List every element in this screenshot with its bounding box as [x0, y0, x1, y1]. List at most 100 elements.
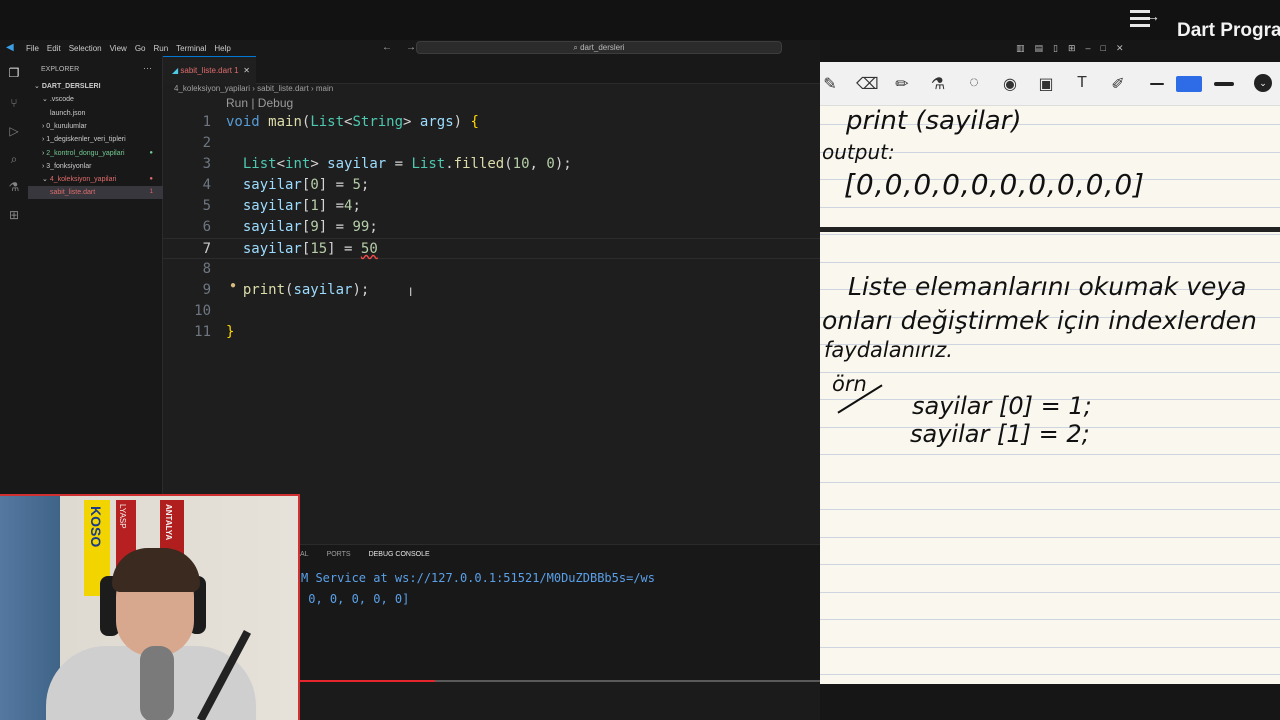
code-token: main	[268, 114, 302, 130]
tree-item[interactable]: sabit_liste.dart 1	[28, 186, 163, 200]
code-line[interactable]: 5 sayilar[1] =4;	[163, 196, 820, 217]
code-token: List	[242, 156, 277, 172]
thick-pen-icon[interactable]	[1214, 82, 1234, 86]
panel-tab[interactable]: DEBUG CONSOLE	[369, 551, 430, 558]
thin-pen-icon[interactable]	[1150, 83, 1164, 85]
code-token: <	[276, 156, 286, 172]
run-debug-icon[interactable]: ▷	[6, 124, 22, 138]
tree-item-label: 0_kurulumlar	[46, 122, 87, 130]
handwriting-line: sayilar [0] = 1;	[912, 392, 1092, 420]
code-token: >	[310, 156, 328, 172]
codelens-run-debug[interactable]: Run | Debug	[226, 96, 293, 110]
line-number: 9	[202, 282, 211, 298]
code-token: print	[242, 282, 286, 298]
close-window-icon[interactable]: ✕	[1116, 43, 1124, 54]
code-token: ] =	[318, 177, 353, 193]
panel-tab[interactable]: PORTS	[327, 551, 351, 558]
paper-rule	[820, 206, 1280, 208]
files-icon[interactable]: ❐	[6, 66, 22, 80]
menu-item-terminal[interactable]: Terminal	[176, 44, 206, 53]
customize-layout-icon[interactable]: ⊞	[1068, 43, 1076, 54]
command-center-search[interactable]: ⌕ dart_dersleri	[416, 41, 782, 54]
panel-tab[interactable]: AL	[300, 551, 309, 558]
notes-toolbar: ✎ ⌫ ✏ ⚗ ◌ ◉ ▣ T ✐ ⌄	[820, 62, 1280, 106]
split-icon[interactable]: ▯	[1053, 43, 1058, 54]
menu-item-run[interactable]: Run	[153, 44, 168, 53]
chevron-down-icon[interactable]: ⌄	[1254, 74, 1272, 92]
note-tool-icon[interactable]: ◌	[964, 74, 984, 94]
lightbulb-icon[interactable]: ●	[230, 280, 236, 291]
code-line[interactable]: 7 sayilar[15] = 50	[163, 238, 820, 259]
code-line[interactable]: 3 List<int> sayilar = List.filled(10, 0)…	[163, 154, 820, 175]
tab-sabit-liste[interactable]: ◢ sabit_liste.dart 1 ✕	[163, 56, 256, 84]
back-icon[interactable]: ←	[382, 42, 392, 53]
code-token: sayilar	[242, 219, 302, 235]
code-token: 9	[310, 219, 319, 235]
menu-item-go[interactable]: Go	[135, 44, 146, 53]
minimize-icon[interactable]: –	[1086, 43, 1091, 53]
flask-icon[interactable]: ⚗	[6, 180, 22, 194]
note-tool-icon[interactable]: ⌫	[856, 74, 879, 94]
panel-icon[interactable]: ▤	[1035, 43, 1044, 54]
tab-label: sabit_liste.dart 1	[180, 66, 239, 75]
menu-item-selection[interactable]: Selection	[69, 44, 102, 53]
code-token: sayilar	[242, 198, 302, 214]
extensions-icon[interactable]: ⊞	[6, 208, 22, 222]
paper-rule	[820, 619, 1280, 620]
note-tool-icon[interactable]: T	[1072, 74, 1092, 94]
tree-item[interactable]: › 1_degiskenler_veri_tipleri	[28, 133, 163, 146]
note-tool-icon[interactable]: ⚗	[928, 74, 948, 94]
forward-icon[interactable]: →	[406, 42, 416, 53]
menu-item-file[interactable]: File	[26, 44, 39, 53]
note-tool-icon[interactable]: ✏	[892, 74, 912, 94]
tree-item[interactable]: ⌄ 4_koleksiyon_yapilari ●	[28, 173, 163, 186]
note-tool-icon[interactable]: ▣	[1036, 74, 1056, 94]
code-line[interactable]: 1 void main(List<String> args) {	[163, 112, 820, 133]
scarf-text: LYASP	[118, 504, 127, 529]
tree-item[interactable]: › 2_kontrol_dongu_yapilari ●	[28, 147, 163, 160]
code-line[interactable]: 9 print(sayilar);	[163, 280, 820, 301]
breadcrumb[interactable]: 4_koleksiyon_yapilari › sabit_liste.dart…	[174, 84, 333, 93]
output-line: 0, 0, 0, 0, 0]	[301, 592, 410, 606]
code-line[interactable]: 11}	[163, 322, 820, 343]
playlist-icon[interactable]: →	[1130, 6, 1160, 32]
panel-tabs: AL PORTS DEBUG CONSOLE	[300, 551, 430, 558]
maximize-icon[interactable]: □	[1101, 43, 1106, 53]
code-line[interactable]: 10	[163, 301, 820, 322]
code-line[interactable]: 4 sayilar[0] = 5;	[163, 175, 820, 196]
tree-item[interactable]: launch.json	[28, 107, 163, 120]
text-cursor-icon: I	[409, 285, 413, 299]
tree-item[interactable]: › 3_fonksiyonlar	[28, 160, 163, 173]
tree-item[interactable]: › 0_kurulumlar	[28, 120, 163, 133]
menu-item-edit[interactable]: Edit	[47, 44, 61, 53]
history-nav: ← →	[382, 42, 416, 53]
handwriting-line: onları değiştirmek için indexlerden	[822, 306, 1257, 335]
more-icon[interactable]: ···	[143, 63, 152, 73]
menu-item-help[interactable]: Help	[214, 44, 230, 53]
handwriting-line: print (sayilar)	[846, 106, 1022, 136]
microphone	[140, 646, 174, 720]
handwriting-line: output:	[822, 140, 895, 164]
menu-item-view[interactable]: View	[110, 44, 127, 53]
source-control-icon[interactable]: ⑂	[6, 96, 22, 110]
note-tool-icon[interactable]: ✎	[820, 74, 840, 94]
explorer-header: EXPLORER	[41, 66, 80, 73]
paper-rule	[820, 646, 1280, 648]
close-icon[interactable]: ✕	[243, 66, 250, 75]
layout-icon[interactable]: ▥	[1016, 43, 1025, 54]
handwriting-line: Liste elemanlarını okumak veya	[848, 272, 1247, 301]
note-tool-icon[interactable]: ◉	[1000, 74, 1020, 94]
code-text: print(sayilar);	[226, 280, 369, 301]
code-token: )	[453, 114, 471, 130]
tree-item[interactable]: ⌄ .vscode	[28, 93, 163, 106]
note-tool-icon[interactable]: ✐	[1108, 74, 1128, 94]
tree-item-label: DART_DERSLERI	[41, 83, 101, 90]
code-line[interactable]: 8	[163, 259, 820, 280]
code-token: );	[554, 156, 572, 172]
code-line[interactable]: 2	[163, 133, 820, 154]
code-token: {	[470, 114, 479, 130]
search-icon[interactable]: ⌕	[6, 152, 22, 166]
code-line[interactable]: 6 sayilar[9] = 99;	[163, 217, 820, 238]
medium-pen-icon[interactable]	[1176, 76, 1202, 92]
tree-item[interactable]: ⌄ DART_DERSLERI	[28, 80, 163, 93]
